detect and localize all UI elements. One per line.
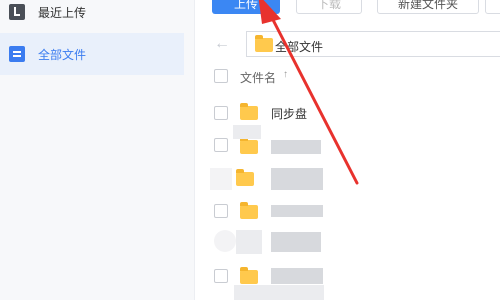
- annotation-arrow-head: [258, 0, 281, 24]
- annotation-arrow-shaft: [268, 12, 359, 185]
- annotation-arrow: [258, 0, 359, 185]
